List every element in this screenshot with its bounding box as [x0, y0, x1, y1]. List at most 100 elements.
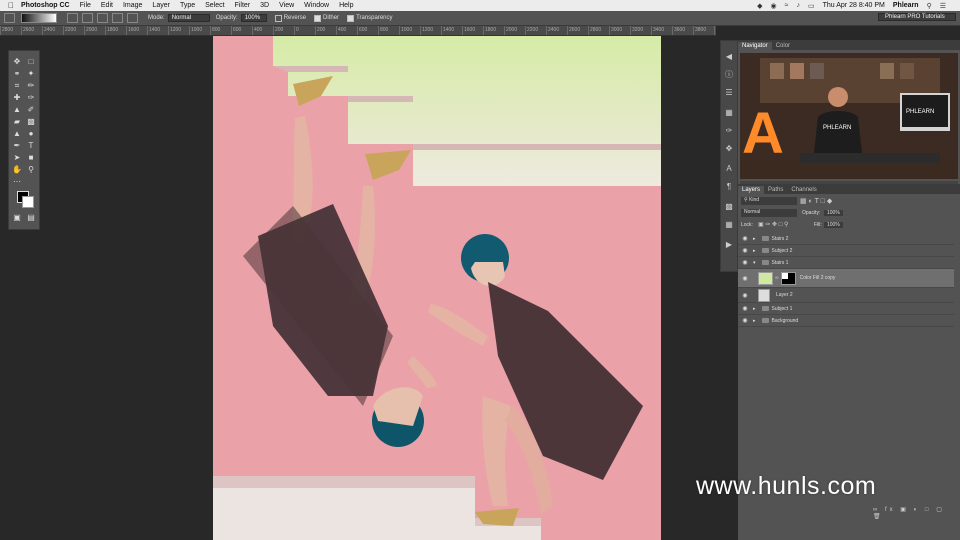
menu-3d[interactable]: 3D: [260, 2, 269, 9]
tab-layers[interactable]: Layers: [738, 186, 765, 194]
screen-record-icon[interactable]: ◉: [771, 2, 777, 10]
gradient-picker[interactable]: [21, 13, 57, 23]
screen-mode-icon[interactable]: ▤: [26, 213, 36, 223]
marquee-tool-icon[interactable]: □: [26, 57, 36, 67]
dither-checkbox[interactable]: [314, 14, 322, 22]
menubar-datetime[interactable]: Thu Apr 28 8:40 PM: [823, 2, 885, 9]
visibility-eye-icon[interactable]: ◉: [742, 317, 748, 324]
visibility-eye-icon[interactable]: ◉: [742, 259, 748, 266]
battery-icon[interactable]: ▭: [808, 2, 815, 10]
linear-gradient-icon[interactable]: [67, 13, 78, 23]
layer-row[interactable]: ◉ ▾ Stairs 1: [738, 257, 954, 269]
hand-tool-icon[interactable]: ✋: [12, 165, 22, 175]
visibility-eye-icon[interactable]: ◉: [742, 305, 748, 312]
styles-panel-icon[interactable]: ▩: [723, 201, 735, 213]
menu-filter[interactable]: Filter: [235, 2, 251, 9]
tool-preset-icon[interactable]: [4, 13, 15, 23]
menu-type[interactable]: Type: [180, 2, 195, 9]
eyedropper-tool-icon[interactable]: ✏: [26, 81, 36, 91]
menu-select[interactable]: Select: [205, 2, 224, 9]
tab-color[interactable]: Color: [772, 42, 794, 50]
layer-filter-icons[interactable]: ▦ ◐ T □ ◆: [800, 197, 832, 205]
paragraph-panel-icon[interactable]: ¶: [723, 181, 735, 193]
visibility-eye-icon[interactable]: ◉: [742, 275, 748, 282]
eraser-tool-icon[interactable]: ▰: [12, 117, 22, 127]
menu-help[interactable]: Help: [339, 2, 353, 9]
menu-view[interactable]: View: [279, 2, 294, 9]
fill-input[interactable]: 100%: [824, 222, 843, 228]
layer-row-selected[interactable]: ◉ ∞ Color Fill 2 copy: [738, 269, 954, 288]
crop-tool-icon[interactable]: ⌗: [12, 81, 22, 91]
dropbox-icon[interactable]: ◆: [757, 2, 762, 10]
diamond-gradient-icon[interactable]: [127, 13, 138, 23]
layer-row[interactable]: ◉ ▸ Stairs 2: [738, 233, 954, 245]
apple-menu-icon[interactable]: : [8, 1, 14, 10]
collapse-arrow-icon[interactable]: ▾: [753, 260, 756, 266]
pixel-layer-thumbnail[interactable]: [758, 288, 770, 302]
layer-row[interactable]: ◉ Layer 2: [738, 288, 954, 303]
type-tool-icon[interactable]: T: [26, 141, 36, 151]
path-selection-tool-icon[interactable]: ➤: [12, 153, 22, 163]
healing-brush-tool-icon[interactable]: ✚: [12, 93, 22, 103]
opacity-input[interactable]: 100%: [240, 14, 267, 22]
menu-layer[interactable]: Layer: [152, 2, 170, 9]
visibility-eye-icon[interactable]: ◉: [742, 292, 748, 299]
reverse-checkbox[interactable]: [274, 14, 282, 22]
zoom-tool-icon[interactable]: ⚲: [26, 165, 36, 175]
character-panel-icon[interactable]: A: [723, 163, 735, 175]
quick-mask-icon[interactable]: ▣: [12, 213, 22, 223]
menu-window[interactable]: Window: [304, 2, 329, 9]
chain-link-icon[interactable]: ∞: [775, 275, 779, 281]
magic-wand-tool-icon[interactable]: ✦: [26, 69, 36, 79]
spotlight-search-icon[interactable]: ⚲: [927, 2, 932, 10]
tab-paths[interactable]: Paths: [764, 186, 787, 194]
mode-select[interactable]: Normal: [167, 14, 210, 22]
lock-icons[interactable]: ▣ ✑ ✥ □ ⚲: [758, 221, 788, 228]
angle-gradient-icon[interactable]: [97, 13, 108, 23]
layer-row[interactable]: ◉ ▸ Subject 2: [738, 245, 954, 257]
info-panel-icon[interactable]: ⓘ: [723, 69, 735, 81]
timeline-panel-icon[interactable]: ▦: [723, 219, 735, 231]
fill-layer-thumbnail[interactable]: [758, 271, 773, 285]
clone-stamp-tool-icon[interactable]: ▲: [12, 105, 22, 115]
blend-mode-select[interactable]: Normal: [741, 209, 797, 217]
app-menu[interactable]: Photoshop CC: [21, 2, 70, 9]
layer-row[interactable]: ◉ ▸ Background: [738, 315, 954, 327]
adjustments-panel-icon[interactable]: ▦: [723, 107, 735, 119]
wifi-icon[interactable]: ≈: [785, 2, 789, 9]
document-canvas[interactable]: [213, 36, 661, 540]
tab-navigator[interactable]: Navigator: [738, 42, 772, 50]
lasso-tool-icon[interactable]: ⚭: [12, 69, 22, 79]
expand-arrow-icon[interactable]: ▸: [753, 236, 756, 242]
layer-opacity-input[interactable]: 100%: [824, 210, 843, 216]
blur-tool-icon[interactable]: ▲: [12, 129, 22, 139]
gradient-tool-icon[interactable]: ▩: [26, 117, 36, 127]
menu-image[interactable]: Image: [123, 2, 142, 9]
brush-tool-icon[interactable]: ✑: [26, 93, 36, 103]
reflected-gradient-icon[interactable]: [112, 13, 123, 23]
radial-gradient-icon[interactable]: [82, 13, 93, 23]
background-color-swatch[interactable]: [22, 196, 34, 208]
tab-channels[interactable]: Channels: [787, 186, 820, 194]
clone-source-panel-icon[interactable]: ✥: [723, 143, 735, 155]
menu-edit[interactable]: Edit: [101, 2, 113, 9]
menubar-user[interactable]: Phlearn: [893, 2, 919, 9]
menu-file[interactable]: File: [80, 2, 91, 9]
brush-panel-icon[interactable]: ✑: [723, 125, 735, 137]
notification-center-icon[interactable]: ☰: [940, 2, 946, 10]
edit-toolbar-icon[interactable]: ⋯: [12, 177, 22, 187]
visibility-eye-icon[interactable]: ◉: [742, 235, 748, 242]
shape-tool-icon[interactable]: ■: [26, 153, 36, 163]
volume-icon[interactable]: ♪: [797, 2, 801, 9]
layer-filter-select[interactable]: ⚲ Kind: [741, 197, 797, 205]
transparency-checkbox[interactable]: [347, 14, 355, 22]
expand-arrow-icon[interactable]: ▸: [753, 248, 756, 254]
history-brush-tool-icon[interactable]: ✐: [26, 105, 36, 115]
layer-mask-thumbnail[interactable]: [780, 271, 796, 285]
move-tool-icon[interactable]: ✥: [12, 57, 22, 67]
layers-footer-icons[interactable]: ∞ fx ▣ ◐ □ ▢ 🗑: [873, 506, 960, 520]
pen-tool-icon[interactable]: ✒: [12, 141, 22, 151]
workspace-switcher[interactable]: Phlearn PRO Tutorials: [878, 13, 956, 21]
visibility-eye-icon[interactable]: ◉: [742, 247, 748, 254]
actions-panel-icon[interactable]: ▶: [723, 239, 735, 251]
